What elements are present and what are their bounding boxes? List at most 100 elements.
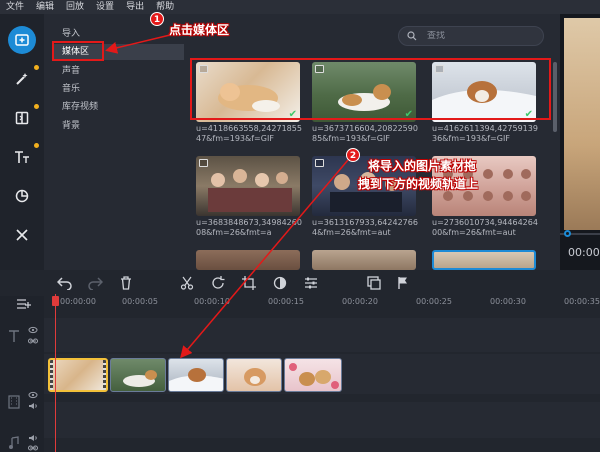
image-type-icon (315, 159, 324, 167)
new-indicator-dot (34, 104, 39, 109)
media-bin-highlight-box (52, 41, 104, 61)
add-track-icon[interactable] (16, 298, 32, 310)
ruler-label: 00:00:25 (416, 297, 452, 306)
step-1-label: 点击媒体区 (169, 23, 230, 37)
video-track-icon (8, 395, 20, 409)
clip-thumbnail (123, 370, 157, 387)
step-2-label-line-1: 将导入的图片素材拖 (368, 159, 477, 173)
media-filename: u=3673716604,2082259085&fm=193&f=GIF (312, 124, 418, 143)
media-scrollbar[interactable] (553, 62, 557, 132)
clip-thumbnail (169, 368, 223, 391)
media-thumbnail[interactable] (432, 250, 536, 270)
snapshot-button[interactable] (365, 274, 383, 292)
transitions-icon (15, 111, 29, 125)
rotate-icon (212, 276, 225, 289)
preview-image (564, 18, 600, 230)
crop-icon (242, 276, 256, 290)
timeline-clip[interactable] (110, 358, 166, 392)
media-thumbnail[interactable] (196, 250, 300, 270)
text-track-icon (9, 330, 19, 342)
timeline-clip[interactable] (48, 358, 108, 392)
menu-playback[interactable]: 回放 (60, 0, 90, 14)
clip-thumbnail (289, 363, 339, 389)
color-adjust-icon (273, 276, 287, 290)
app-window: { "menu": ["文件", "编辑", "回放", "设置", "导出",… (0, 0, 600, 452)
media-filename: u=4118663558,2427185547&fm=193&f=GIF (196, 124, 302, 143)
playhead-handle[interactable] (52, 296, 59, 306)
link-icon[interactable] (28, 337, 38, 345)
delete-button[interactable] (117, 274, 135, 292)
preview-panel: 00:00 (560, 14, 600, 270)
timeline-clip[interactable] (284, 358, 342, 392)
search-icon (407, 31, 417, 41)
category-sound[interactable]: 声音 (54, 63, 184, 79)
trash-icon (121, 276, 131, 290)
text-track[interactable] (44, 318, 600, 352)
crop-button[interactable] (240, 274, 258, 292)
menu-edit[interactable]: 编辑 (30, 0, 60, 14)
menu-export[interactable]: 导出 (120, 0, 150, 14)
media-filename: u=4162611394,4275913936&fm=193&f=GIF (432, 124, 538, 143)
rotate-button[interactable] (209, 274, 227, 292)
clip-trim-handle[interactable] (50, 360, 53, 390)
ruler-label: 00:00:05 (122, 297, 158, 306)
speaker-icon[interactable] (28, 434, 38, 442)
more-tools-button[interactable] (8, 221, 36, 249)
tool-strip (0, 14, 44, 270)
music-track[interactable] (44, 402, 600, 438)
media-filename: u=3683848673,3498426008&fm=26&fmt=a (196, 218, 302, 237)
menu-settings[interactable]: 设置 (90, 0, 120, 14)
media-thumbnail[interactable] (196, 156, 300, 216)
category-music[interactable]: 音乐 (54, 81, 184, 97)
link-icon[interactable] (28, 444, 38, 452)
ruler-label: 00:00:10 (194, 297, 230, 306)
music-track-icon (9, 436, 19, 449)
new-indicator-dot (34, 143, 39, 148)
clip-properties-button[interactable] (302, 274, 320, 292)
step-1-badge: 1 (150, 12, 164, 26)
playhead-line[interactable] (55, 294, 56, 452)
media-filename: u=2736010734,9446426400&fm=26&fmt=aut (432, 218, 538, 237)
marker-button[interactable] (394, 274, 412, 292)
titles-tool-button[interactable] (8, 143, 39, 171)
menu-bar: 文件 编辑 回放 设置 导出 帮助 (0, 0, 600, 14)
media-panel: ✔ u=4118663558,2427185547&fm=193&f=GIF ✔… (188, 14, 560, 270)
undo-icon (57, 277, 72, 290)
new-indicator-dot (34, 65, 39, 70)
category-backgrounds[interactable]: 背景 (54, 118, 184, 134)
step-2-badge: 2 (346, 148, 360, 162)
stickers-tool-button[interactable] (8, 182, 36, 210)
media-thumbnail[interactable] (312, 250, 416, 270)
import-media-tool-button[interactable] (8, 26, 36, 54)
magic-wand-icon (16, 73, 28, 85)
redo-button[interactable] (86, 274, 104, 292)
preview-scrubber-handle[interactable] (564, 230, 571, 237)
timeline-ruler[interactable]: 00:00:00 00:00:05 00:00:10 00:00:15 00:0… (44, 296, 600, 310)
clip-trim-handle[interactable] (103, 360, 106, 390)
imported-images-highlight-box (190, 58, 551, 120)
transitions-tool-button[interactable] (8, 104, 39, 132)
media-filename: u=3613167933,642427664&fm=26&fmt=aut (312, 218, 418, 237)
titles-icon (15, 151, 29, 163)
visibility-eye-icon[interactable] (28, 326, 38, 334)
redo-icon (88, 277, 103, 290)
color-adjust-button[interactable] (271, 274, 289, 292)
filters-tool-button[interactable] (8, 65, 39, 93)
undo-button[interactable] (56, 274, 74, 292)
speaker-icon[interactable] (28, 402, 38, 410)
timeline-clip[interactable] (226, 358, 282, 392)
category-import[interactable]: 导入 (54, 26, 184, 42)
visibility-eye-icon[interactable] (28, 391, 38, 399)
image-type-icon (199, 159, 208, 167)
snapshot-icon (367, 276, 381, 290)
cut-button[interactable] (178, 274, 196, 292)
group-of-figures-image (208, 169, 292, 212)
search-input[interactable] (427, 31, 537, 41)
category-stock-video[interactable]: 库存视频 (54, 99, 184, 115)
timeline-panel: 00:00:00 00:00:05 00:00:10 00:00:15 00:0… (0, 270, 600, 452)
search-box[interactable] (398, 26, 544, 46)
timeline-clip[interactable] (168, 358, 224, 392)
stickers-icon (15, 189, 29, 203)
menu-file[interactable]: 文件 (0, 0, 30, 14)
ruler-label: 00:00:00 (60, 297, 96, 306)
